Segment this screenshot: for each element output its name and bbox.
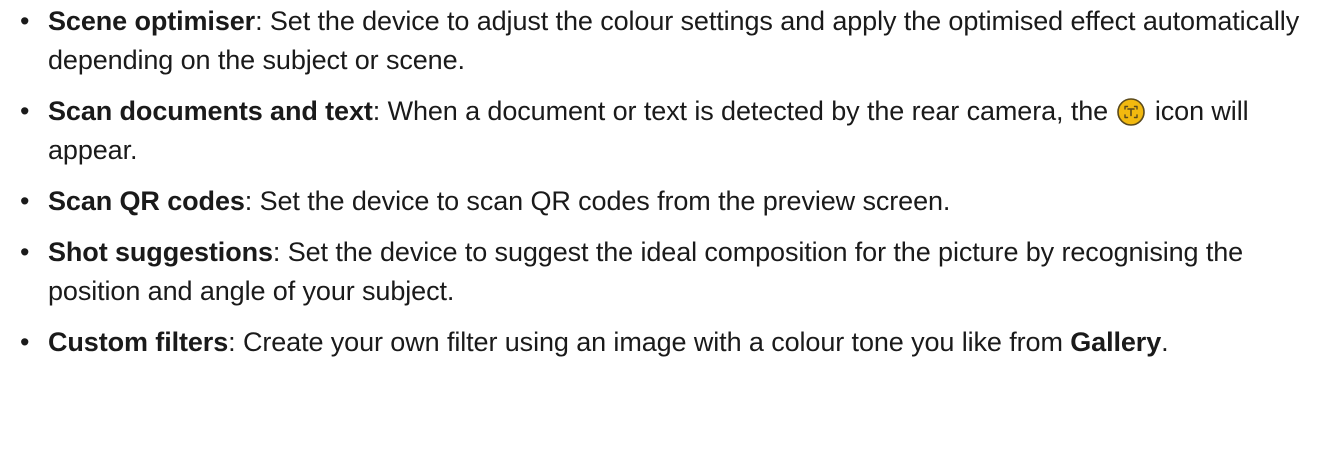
description-end: . [1161, 327, 1169, 357]
scan-text-icon [1117, 98, 1146, 126]
bullet: • [20, 186, 30, 216]
bullet: • [20, 6, 30, 36]
term-scene-optimiser: Scene optimiser [48, 6, 256, 36]
term-shot-suggestions: Shot suggestions [48, 237, 273, 267]
description: : Create your own filter using an image … [228, 327, 1071, 357]
list-item-shot-suggestions: • Shot suggestions: Set the device to su… [0, 233, 1333, 311]
list-item-custom-filters: • Custom filters: Create your own filter… [0, 323, 1333, 362]
list-item-scan-documents: • Scan documents and text: When a docume… [0, 92, 1333, 170]
term-scan-qr-codes: Scan QR codes [48, 186, 245, 216]
term-scan-documents: Scan documents and text [48, 96, 373, 126]
bullet: • [20, 327, 30, 357]
list-item-scan-qr-codes: • Scan QR codes: Set the device to scan … [0, 182, 1333, 221]
description: : When a document or text is detected by… [372, 96, 1116, 126]
list-item-scene-optimiser: • Scene optimiser: Set the device to adj… [0, 2, 1333, 80]
bullet: • [20, 237, 30, 267]
bullet: • [20, 96, 30, 126]
term-custom-filters: Custom filters [48, 327, 229, 357]
app-name-gallery: Gallery [1070, 327, 1162, 357]
settings-list: • Scene optimiser: Set the device to adj… [0, 2, 1333, 362]
description: : Set the device to scan QR codes from t… [244, 186, 951, 216]
